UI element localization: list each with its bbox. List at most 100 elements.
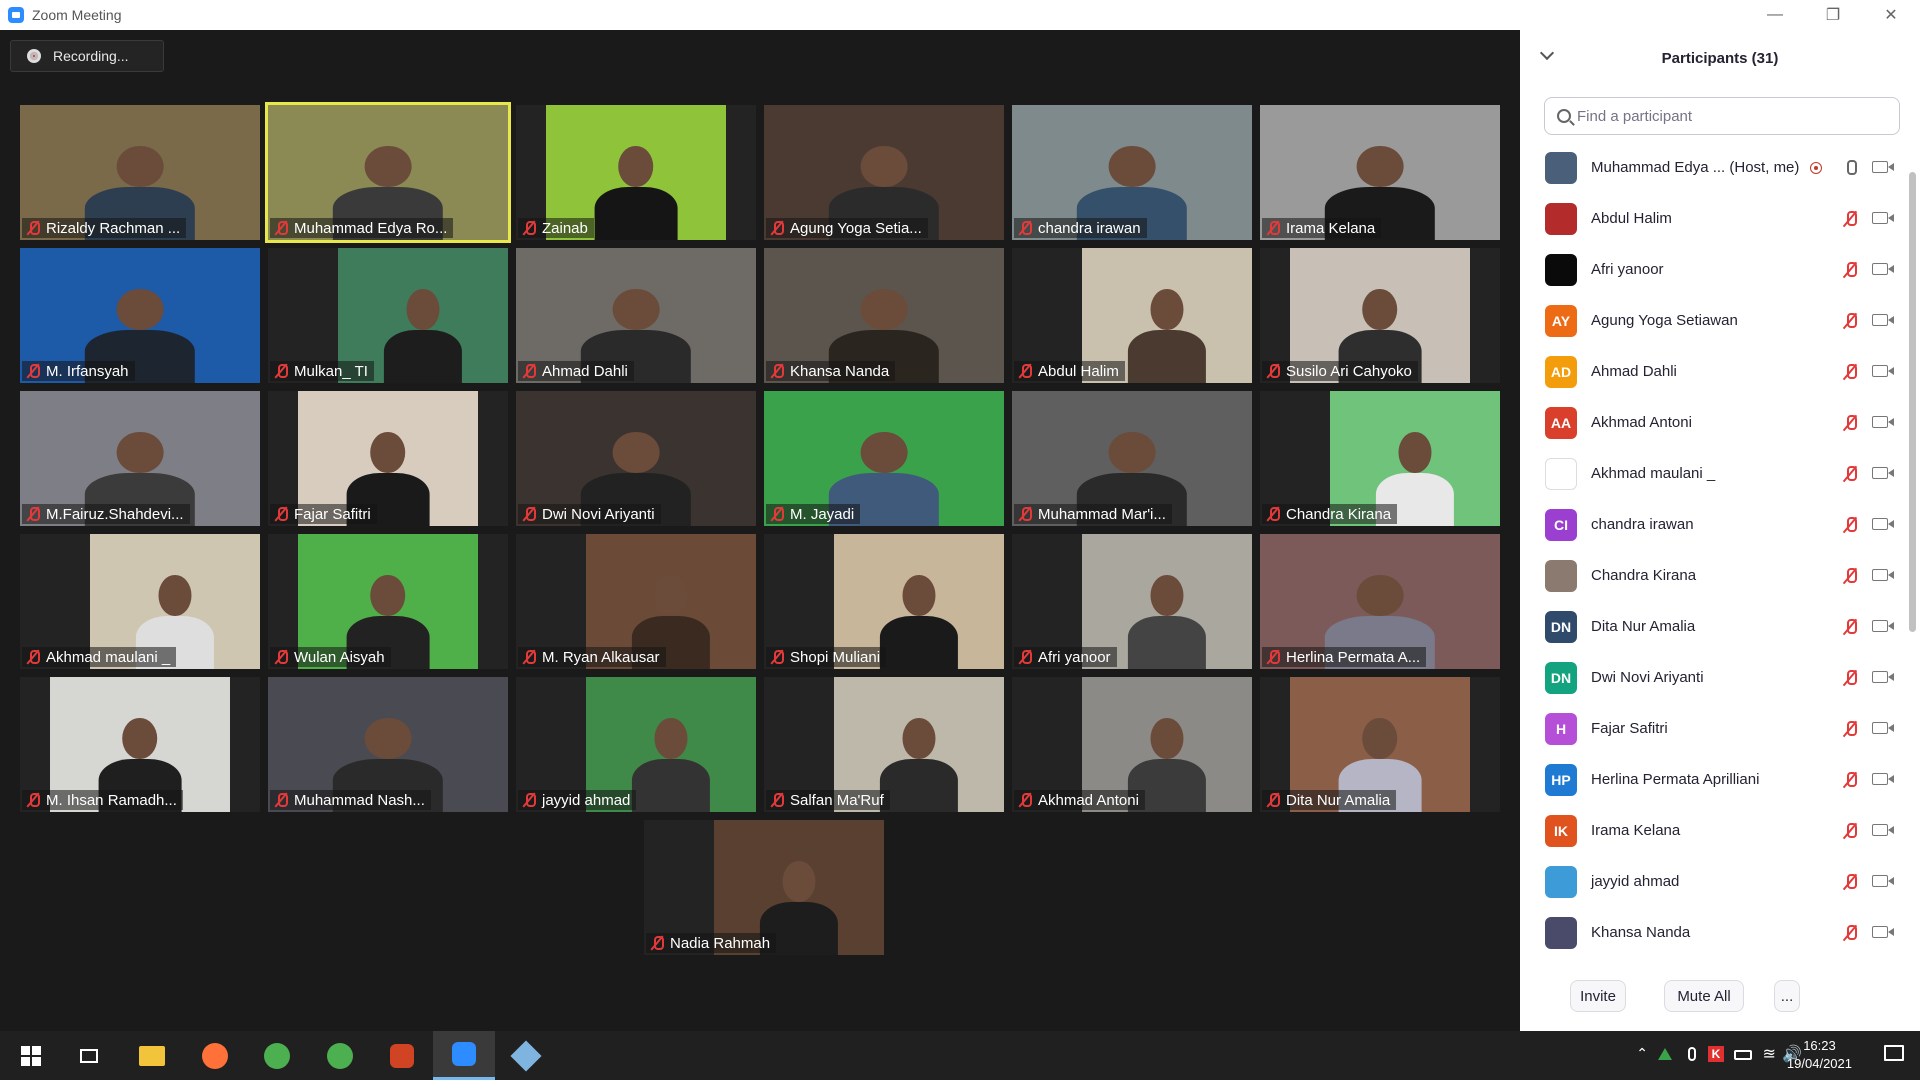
more-options-button[interactable]: ... xyxy=(1774,980,1800,1012)
participant-row[interactable]: Muhammad Edya ... (Host, me) xyxy=(1520,142,1910,193)
video-tile[interactable]: Susilo Ari Cahyoko xyxy=(1260,248,1500,383)
restore-button[interactable]: ❐ xyxy=(1804,0,1862,30)
video-tile[interactable]: Dwi Novi Ariyanti xyxy=(516,391,756,526)
participant-row[interactable]: Abdul Halim xyxy=(1520,193,1910,244)
mic-muted-icon[interactable] xyxy=(1842,873,1858,891)
video-tile[interactable]: Dita Nur Amalia xyxy=(1260,677,1500,812)
participant-row[interactable]: Khansa Nanda xyxy=(1520,907,1910,958)
video-camera-icon[interactable] xyxy=(1872,365,1894,377)
participant-row[interactable]: Akhmad maulani _ xyxy=(1520,448,1910,499)
chrome-icon[interactable] xyxy=(309,1031,371,1080)
participant-row[interactable]: Afri yanoor xyxy=(1520,244,1910,295)
chrome-icon[interactable] xyxy=(246,1031,308,1080)
participant-row[interactable]: DN Dita Nur Amalia xyxy=(1520,601,1910,652)
mic-muted-icon[interactable] xyxy=(1842,822,1858,840)
participant-row[interactable]: jayyid ahmad xyxy=(1520,856,1910,907)
video-camera-icon[interactable] xyxy=(1872,314,1894,326)
mute-all-button[interactable]: Mute All xyxy=(1664,980,1744,1012)
video-tile[interactable]: chandra irawan xyxy=(1012,105,1252,240)
wifi-icon[interactable]: ≊ xyxy=(1763,1044,1776,1064)
video-tile[interactable]: Akhmad maulani _ xyxy=(20,534,260,669)
kaspersky-icon[interactable]: K xyxy=(1708,1046,1724,1062)
video-camera-icon[interactable] xyxy=(1872,467,1894,479)
video-tile[interactable]: Agung Yoga Setia... xyxy=(764,105,1004,240)
mic-muted-icon[interactable] xyxy=(1842,414,1858,432)
participant-row[interactable]: Chandra Kirana xyxy=(1520,550,1910,601)
video-tile[interactable]: Afri yanoor xyxy=(1012,534,1252,669)
video-camera-icon[interactable] xyxy=(1872,263,1894,275)
battery-icon[interactable] xyxy=(1734,1050,1752,1060)
participant-list-scrollbar[interactable] xyxy=(1909,172,1916,632)
invite-button[interactable]: Invite xyxy=(1570,980,1626,1012)
video-tile[interactable]: M. Ihsan Ramadh... xyxy=(20,677,260,812)
participant-row[interactable]: H Fajar Safitri xyxy=(1520,703,1910,754)
mic-muted-icon[interactable] xyxy=(1842,261,1858,279)
participant-row[interactable]: AA Akhmad Antoni xyxy=(1520,397,1910,448)
video-camera-icon[interactable] xyxy=(1872,671,1894,683)
video-tile[interactable]: Herlina Permata A... xyxy=(1260,534,1500,669)
close-button[interactable]: ✕ xyxy=(1862,0,1920,30)
video-tile[interactable]: M. Jayadi xyxy=(764,391,1004,526)
mic-muted-icon[interactable] xyxy=(1842,618,1858,636)
video-tile[interactable]: Khansa Nanda xyxy=(764,248,1004,383)
video-camera-icon[interactable] xyxy=(1872,212,1894,224)
video-tile[interactable]: Abdul Halim xyxy=(1012,248,1252,383)
task-view-icon[interactable] xyxy=(58,1031,120,1080)
video-tile[interactable]: Muhammad Nash... xyxy=(268,677,508,812)
notifications-icon[interactable] xyxy=(1884,1045,1904,1061)
video-tile[interactable]: Salfan Ma'Ruf xyxy=(764,677,1004,812)
zoom-icon[interactable] xyxy=(433,1031,495,1080)
search-input[interactable] xyxy=(1577,107,1877,125)
taskbar-clock[interactable]: 16:23 19/04/2021 xyxy=(1787,1037,1852,1073)
participant-row[interactable]: AY Agung Yoga Setiawan xyxy=(1520,295,1910,346)
participant-row[interactable]: CI chandra irawan xyxy=(1520,499,1910,550)
mic-muted-icon[interactable] xyxy=(1842,771,1858,789)
video-tile[interactable]: Rizaldy Rachman ... xyxy=(20,105,260,240)
video-tile[interactable]: Zainab xyxy=(516,105,756,240)
video-camera-icon[interactable] xyxy=(1872,722,1894,734)
virtualbox-icon[interactable] xyxy=(495,1031,557,1080)
participant-row[interactable]: DN Dwi Novi Ariyanti xyxy=(1520,652,1910,703)
video-camera-icon[interactable] xyxy=(1872,824,1894,836)
video-camera-icon[interactable] xyxy=(1872,620,1894,632)
video-camera-icon[interactable] xyxy=(1872,161,1894,173)
mic-icon[interactable] xyxy=(1842,159,1858,177)
powerpoint-icon[interactable] xyxy=(371,1031,433,1080)
video-tile[interactable]: Muhammad Mar'i... xyxy=(1012,391,1252,526)
mic-muted-icon[interactable] xyxy=(1842,210,1858,228)
video-tile[interactable]: Nadia Rahmah xyxy=(644,820,884,955)
video-tile[interactable]: Chandra Kirana xyxy=(1260,391,1500,526)
mic-muted-icon[interactable] xyxy=(1842,924,1858,942)
participant-row[interactable]: HP Herlina Permata Aprilliani xyxy=(1520,754,1910,805)
video-tile[interactable]: Wulan Aisyah xyxy=(268,534,508,669)
mic-muted-icon[interactable] xyxy=(1842,516,1858,534)
video-tile[interactable]: Muhammad Edya Ro... xyxy=(265,102,511,243)
recording-indicator[interactable]: Recording... xyxy=(10,40,164,72)
firefox-icon[interactable] xyxy=(184,1031,246,1080)
video-camera-icon[interactable] xyxy=(1872,773,1894,785)
video-tile[interactable]: Akhmad Antoni xyxy=(1012,677,1252,812)
video-tile[interactable]: M.Fairuz.Shahdevi... xyxy=(20,391,260,526)
video-tile[interactable]: jayyid ahmad xyxy=(516,677,756,812)
video-tile[interactable]: Mulkan_ TI xyxy=(268,248,508,383)
mic-muted-icon[interactable] xyxy=(1842,363,1858,381)
file-explorer-icon[interactable] xyxy=(121,1031,183,1080)
participant-row[interactable]: AD Ahmad Dahli xyxy=(1520,346,1910,397)
participant-row[interactable]: IK Irama Kelana xyxy=(1520,805,1910,856)
video-tile[interactable]: Ahmad Dahli xyxy=(516,248,756,383)
video-tile[interactable]: Fajar Safitri xyxy=(268,391,508,526)
mic-muted-icon[interactable] xyxy=(1842,465,1858,483)
video-tile[interactable]: Irama Kelana xyxy=(1260,105,1500,240)
nvidia-icon[interactable] xyxy=(1658,1048,1672,1060)
windows-start-icon[interactable] xyxy=(0,1031,62,1080)
video-tile[interactable]: M. Irfansyah xyxy=(20,248,260,383)
video-camera-icon[interactable] xyxy=(1872,416,1894,428)
video-camera-icon[interactable] xyxy=(1872,569,1894,581)
video-tile[interactable]: Shopi Muliani xyxy=(764,534,1004,669)
mic-muted-icon[interactable] xyxy=(1842,720,1858,738)
microphone-icon[interactable] xyxy=(1688,1047,1696,1061)
video-tile[interactable]: M. Ryan Alkausar xyxy=(516,534,756,669)
video-camera-icon[interactable] xyxy=(1872,875,1894,887)
mic-muted-icon[interactable] xyxy=(1842,312,1858,330)
video-camera-icon[interactable] xyxy=(1872,518,1894,530)
